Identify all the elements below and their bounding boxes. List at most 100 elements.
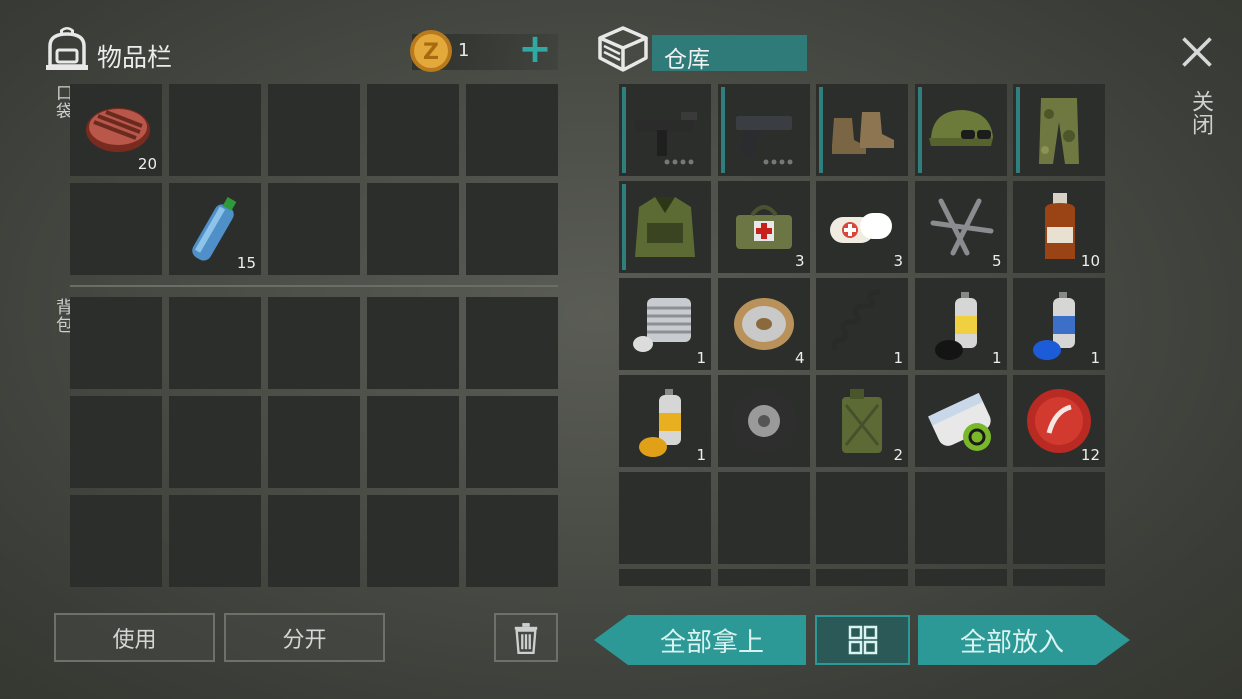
bandage-icon [830,213,892,243]
pocket-slot-steak[interactable]: 20 [70,84,162,176]
item-count: 1 [696,349,706,367]
wire-spool-icon [733,298,794,350]
storage-slot-empty[interactable] [1013,569,1105,586]
coin-icon: Z [408,28,454,74]
grid-view-button[interactable] [815,615,910,665]
backpack-slot-empty[interactable] [466,495,558,587]
nails-icon [930,198,993,256]
storage-slot-empty[interactable] [914,569,1007,586]
spray-paint-blue-icon [1033,292,1075,360]
pocket-slot-empty[interactable] [169,84,261,176]
add-coins-button[interactable]: + [516,26,554,72]
storage-slot-tire[interactable] [717,375,810,467]
boots-icon [832,112,894,154]
item-count: 5 [991,252,1002,270]
backpack-slot-empty[interactable] [268,396,360,488]
item-count: 3 [893,252,903,270]
backpack-slot-empty[interactable] [466,297,558,389]
storage-slot-pistol[interactable] [717,84,810,176]
storage-slot-spray-paint-yellow[interactable]: 1 [619,375,711,467]
storage-slot-empty[interactable] [717,472,810,564]
item-count: 4 [794,349,805,367]
tire-icon [731,389,796,453]
pocket-slot-empty[interactable] [268,84,360,176]
item-count: 3 [794,252,805,270]
storage-slot-submachine-gun[interactable] [619,84,711,176]
split-button[interactable]: 分开 [224,613,385,662]
backpack-slot-empty[interactable] [367,495,459,587]
engine-cylinder-icon [633,298,691,352]
storage-slot-camo-pants[interactable] [1013,84,1105,176]
storage-slot-boots[interactable] [816,84,908,176]
pocket-slot-empty[interactable] [466,84,558,176]
storage-slot-jerrycan[interactable]: 2 [816,375,908,467]
close-button[interactable]: 关闭 [1172,30,1222,150]
take-all-button[interactable]: 全部拿上 [594,615,806,665]
backpack-slot-empty[interactable] [169,495,261,587]
spring-icon [831,289,881,352]
put-all-button[interactable]: 全部放入 [918,615,1130,665]
storage-slot-spray-paint-blue[interactable]: 1 [1013,278,1105,370]
jerrycan-icon [842,389,882,453]
camo-pants-icon [1039,98,1079,164]
storage-slot-empty[interactable] [1013,472,1105,564]
backpack-slot-empty[interactable] [70,396,162,488]
storage-slot-wire-spool[interactable]: 4 [717,278,810,370]
storage-title: 仓库 [664,47,710,73]
backpack-slot-empty[interactable] [367,297,459,389]
storage-slot-empty[interactable] [619,472,711,564]
backpack-slot-empty[interactable] [367,396,459,488]
storage-slot-nails[interactable]: 5 [914,181,1007,273]
close-label: 关闭 [1188,90,1213,136]
storage-slot-spray-paint-black[interactable]: 1 [914,278,1007,370]
coin-amount: 1 [458,40,470,61]
biohazard-poster-icon [927,392,991,451]
item-count: 2 [893,446,903,464]
use-button[interactable]: 使用 [54,613,215,662]
pocket-slot-empty[interactable] [367,84,459,176]
close-icon [1182,37,1212,67]
put-all-label: 全部放入 [959,627,1064,658]
trash-icon [514,622,538,654]
storage-slot-empty[interactable] [914,472,1007,564]
backpack-slot-empty[interactable] [169,396,261,488]
storage-box-icon [596,24,650,74]
storage-slot-bottle-cap[interactable]: 12 [1013,375,1105,467]
backpack-slot-empty[interactable] [268,495,360,587]
backpack-icon [44,24,90,72]
backpack-slot-empty[interactable] [466,396,558,488]
backpack-slot-empty[interactable] [169,297,261,389]
storage-slot-empty[interactable] [816,569,908,586]
pocket-slot-empty[interactable] [367,183,459,275]
storage-slot-tactical-vest[interactable] [619,181,711,273]
backpack-slot-empty[interactable] [70,495,162,587]
backpack-slot-empty[interactable] [70,297,162,389]
take-all-label: 全部拿上 [659,627,764,658]
storage-slot-first-aid-bag[interactable]: 3 [717,181,810,273]
section-divider [70,285,558,287]
pocket-slot-empty[interactable] [466,183,558,275]
storage-slot-spring[interactable]: 1 [816,278,908,370]
storage-slot-empty[interactable] [717,569,810,586]
pocket-slot-empty[interactable] [70,183,162,275]
storage-slot-camo-cap-sunglasses[interactable] [914,84,1007,176]
storage-slot-biohazard-poster[interactable] [914,375,1007,467]
storage-slot-engine-cylinder[interactable]: 1 [619,278,711,370]
pocket-slot-water-bottle[interactable]: 15 [169,183,261,275]
storage-slot-medicine-bottle[interactable]: 10 [1013,181,1105,273]
pocket-slot-empty[interactable] [268,183,360,275]
svg-text:Z: Z [423,40,439,65]
camo-cap-sunglasses-icon [928,110,993,146]
submachine-gun-icon [635,112,697,165]
inventory-title: 物品栏 [97,43,173,72]
backpack-slot-empty[interactable] [268,297,360,389]
first-aid-bag-icon [735,205,792,249]
trash-button[interactable] [494,613,558,662]
item-count: 1 [696,446,706,464]
item-count: 10 [1080,252,1100,270]
item-count: 20 [137,155,157,173]
storage-slot-bandage[interactable]: 3 [816,181,908,273]
storage-slot-empty[interactable] [619,569,711,586]
spray-paint-black-icon [934,292,977,360]
storage-slot-empty[interactable] [816,472,908,564]
